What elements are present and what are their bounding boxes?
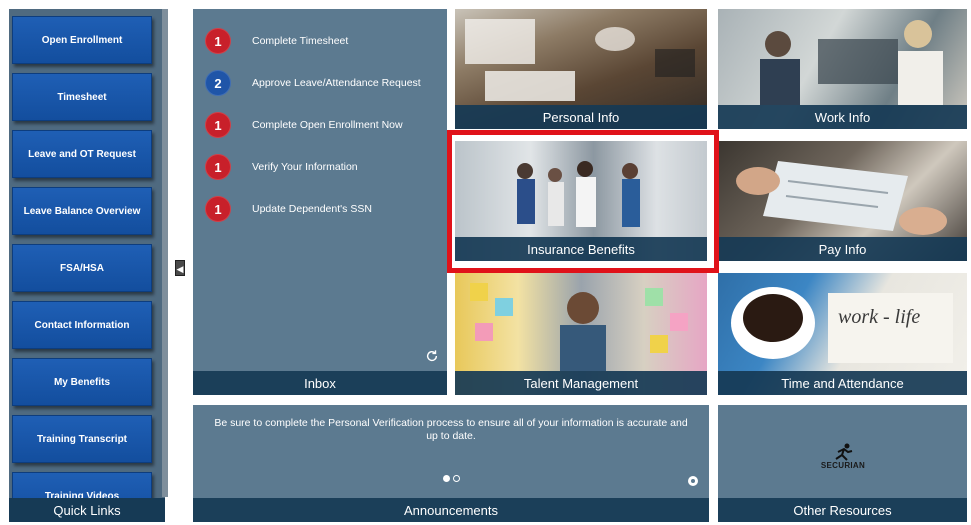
quick-link-contact-information[interactable]: Contact Information [12,301,152,349]
other-resources-tile: SECURIAN Other Resources [718,405,967,522]
time-and-attendance-photo: work - life [731,287,953,363]
pay-info-label: Pay Info [718,237,967,261]
inbox-item-text: Update Dependent's SSN [252,203,372,215]
count-badge: 1 [205,112,231,138]
quick-link-open-enrollment[interactable]: Open Enrollment [12,16,152,64]
carousel-dot[interactable] [453,475,460,482]
inbox-item-text: Complete Open Enrollment Now [252,119,403,131]
inbox-item-text: Complete Timesheet [252,35,349,47]
personal-info-label: Personal Info [455,105,707,129]
refresh-icon[interactable] [425,349,439,363]
personal-info-photo [465,19,695,101]
inbox-item-text: Approve Leave/Attendance Request [252,77,421,89]
insurance-benefits-label: Insurance Benefits [455,237,707,261]
pay-info-photo [736,161,947,235]
time-and-attendance-label: Time and Attendance [718,371,967,395]
count-badge: 1 [205,154,231,180]
svg-text:work - life: work - life [838,306,920,328]
inbox-item[interactable]: 1 Complete Timesheet [205,27,348,55]
insurance-benefits-photo [455,141,707,237]
quick-link-my-benefits[interactable]: My Benefits [12,358,152,406]
inbox-item-text: Verify Your Information [252,161,358,173]
quick-links-panel: Open Enrollment Timesheet Leave and OT R… [9,9,165,522]
announcement-message: Be sure to complete the Personal Verific… [214,417,688,442]
inbox-item[interactable]: 2 Approve Leave/Attendance Request [205,69,421,97]
count-badge: 2 [205,70,231,96]
carousel-dot[interactable] [443,475,450,482]
insurance-benefits-tile[interactable]: Insurance Benefits [455,141,707,261]
work-info-label: Work Info [718,105,967,129]
talent-management-photo [470,283,688,371]
announcements-tile: Be sure to complete the Personal Verific… [193,405,709,522]
quick-link-fsa-hsa[interactable]: FSA/HSA [12,244,152,292]
securian-logo-text: SECURIAN [820,461,866,470]
other-resources-label[interactable]: Other Resources [718,498,967,522]
quick-links-label: Quick Links [9,498,165,522]
securian-logo[interactable]: SECURIAN [813,443,873,479]
sidebar-scrollbar[interactable] [162,9,168,497]
personal-info-tile[interactable]: Personal Info [455,9,707,129]
inbox-label[interactable]: Inbox [193,371,447,395]
work-info-tile[interactable]: Work Info [718,9,967,129]
talent-management-tile[interactable]: Talent Management [455,273,707,395]
collapse-sidebar-icon[interactable]: ◀ [175,260,185,276]
quick-link-leave-balance[interactable]: Leave Balance Overview [12,187,152,235]
inbox-item[interactable]: 1 Verify Your Information [205,153,358,181]
talent-management-label: Talent Management [455,371,707,395]
carousel-dots[interactable] [443,475,460,482]
announcements-label[interactable]: Announcements [193,498,709,522]
quick-link-training-transcript[interactable]: Training Transcript [12,415,152,463]
gear-icon[interactable] [687,475,699,487]
runner-logo-icon [835,443,853,461]
inbox-tile: 1 Complete Timesheet 2 Approve Leave/Att… [193,9,447,395]
time-and-attendance-tile[interactable]: work - life Time and Attendance [718,273,967,395]
pay-info-tile[interactable]: Pay Info [718,141,967,261]
count-badge: 1 [205,196,231,222]
count-badge: 1 [205,28,231,54]
work-info-photo [760,20,943,105]
quick-link-leave-ot-request[interactable]: Leave and OT Request [12,130,152,178]
inbox-item[interactable]: 1 Complete Open Enrollment Now [205,111,403,139]
inbox-item[interactable]: 1 Update Dependent's SSN [205,195,372,223]
quick-link-timesheet[interactable]: Timesheet [12,73,152,121]
